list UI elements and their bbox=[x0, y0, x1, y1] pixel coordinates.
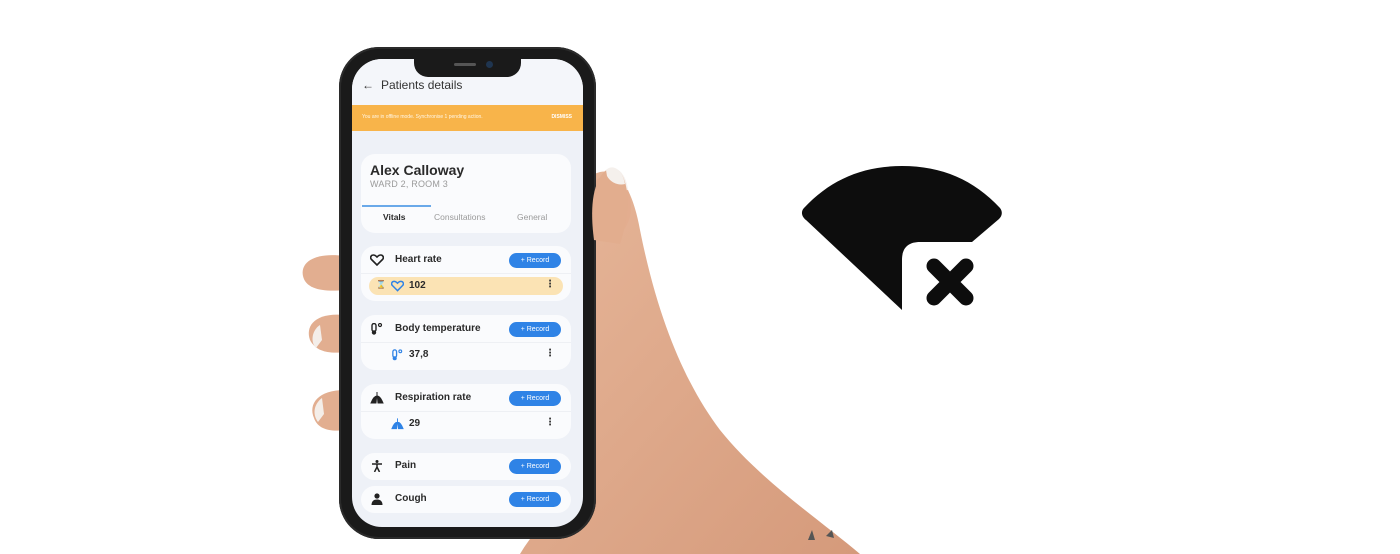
more-vertical-icon[interactable]: ⋮ bbox=[545, 418, 555, 428]
patient-name: Alex Calloway bbox=[370, 162, 465, 178]
user-cough-icon bbox=[371, 493, 383, 505]
vital-value-row[interactable]: 29 ⋮ bbox=[369, 415, 563, 433]
offline-banner: You are in offline mode. Synchronise 1 p… bbox=[352, 105, 583, 131]
tab-general[interactable]: General bbox=[517, 212, 547, 222]
wifi-off-icon bbox=[801, 166, 1002, 310]
vital-value: 37,8 bbox=[409, 349, 429, 360]
vital-label: Heart rate bbox=[395, 254, 442, 265]
thermometer-icon bbox=[371, 323, 383, 335]
record-button[interactable]: + Record bbox=[509, 253, 561, 268]
thermometer-icon bbox=[392, 349, 403, 361]
vital-label: Pain bbox=[395, 460, 417, 471]
patient-location: WARD 2, ROOM 3 bbox=[370, 179, 448, 189]
hourglass-icon: ⌛ bbox=[376, 280, 386, 289]
vital-label: Cough bbox=[395, 493, 427, 504]
heart-icon bbox=[370, 254, 384, 266]
record-button[interactable]: + Record bbox=[509, 492, 561, 507]
lungs-icon bbox=[391, 418, 404, 430]
thumb-overlay bbox=[592, 167, 628, 244]
phone-mockup: ← Patients details You are in offline mo… bbox=[339, 47, 596, 539]
vital-card-respiration-rate: Respiration rate + Record 29 ⋮ bbox=[361, 384, 571, 439]
vital-header: Respiration rate + Record bbox=[361, 384, 571, 412]
record-button[interactable]: + Record bbox=[509, 391, 561, 406]
vital-value: 29 bbox=[409, 418, 421, 429]
lungs-icon bbox=[370, 392, 384, 404]
page-title: Patients details bbox=[381, 78, 463, 92]
tab-bar: Vitals Consultations General bbox=[361, 205, 571, 227]
front-camera bbox=[486, 61, 493, 68]
offline-message: You are in offline mode. Synchronise 1 p… bbox=[362, 114, 483, 120]
vital-card-pain: Pain + Record bbox=[361, 453, 571, 480]
phone-screen: ← Patients details You are in offline mo… bbox=[352, 59, 583, 527]
heart-icon bbox=[391, 280, 404, 292]
vital-label: Body temperature bbox=[395, 323, 481, 334]
vital-value-row[interactable]: ⌛ 102 ⋮ bbox=[369, 277, 563, 295]
vital-header: Body temperature + Record bbox=[361, 315, 571, 343]
tab-indicator bbox=[362, 205, 431, 207]
more-vertical-icon[interactable]: ⋮ bbox=[545, 349, 555, 359]
arrow-left-icon[interactable]: ← bbox=[362, 78, 374, 92]
record-button[interactable]: + Record bbox=[509, 459, 561, 474]
vital-value: 102 bbox=[409, 280, 426, 291]
dismiss-button[interactable]: DISMISS bbox=[551, 114, 572, 120]
vital-value-row[interactable]: 37,8 ⋮ bbox=[369, 346, 563, 364]
person-icon bbox=[372, 460, 382, 472]
more-vertical-icon[interactable]: ⋮ bbox=[545, 280, 555, 290]
hand-illustration bbox=[302, 168, 860, 554]
phone-notch bbox=[414, 59, 521, 77]
vital-label: Respiration rate bbox=[395, 392, 472, 403]
record-button[interactable]: + Record bbox=[509, 322, 561, 337]
speaker-grille bbox=[454, 63, 476, 66]
vital-card-body-temperature: Body temperature + Record 37,8 ⋮ bbox=[361, 315, 571, 370]
patient-card: Alex Calloway WARD 2, ROOM 3 Vitals Cons… bbox=[361, 154, 571, 233]
vital-card-cough: Cough + Record bbox=[361, 486, 571, 513]
vital-header: Heart rate + Record bbox=[361, 246, 571, 274]
tab-vitals[interactable]: Vitals bbox=[383, 212, 406, 222]
vital-card-heart-rate: Heart rate + Record ⌛ 102 ⋮ bbox=[361, 246, 571, 301]
tab-consultations[interactable]: Consultations bbox=[434, 212, 486, 222]
